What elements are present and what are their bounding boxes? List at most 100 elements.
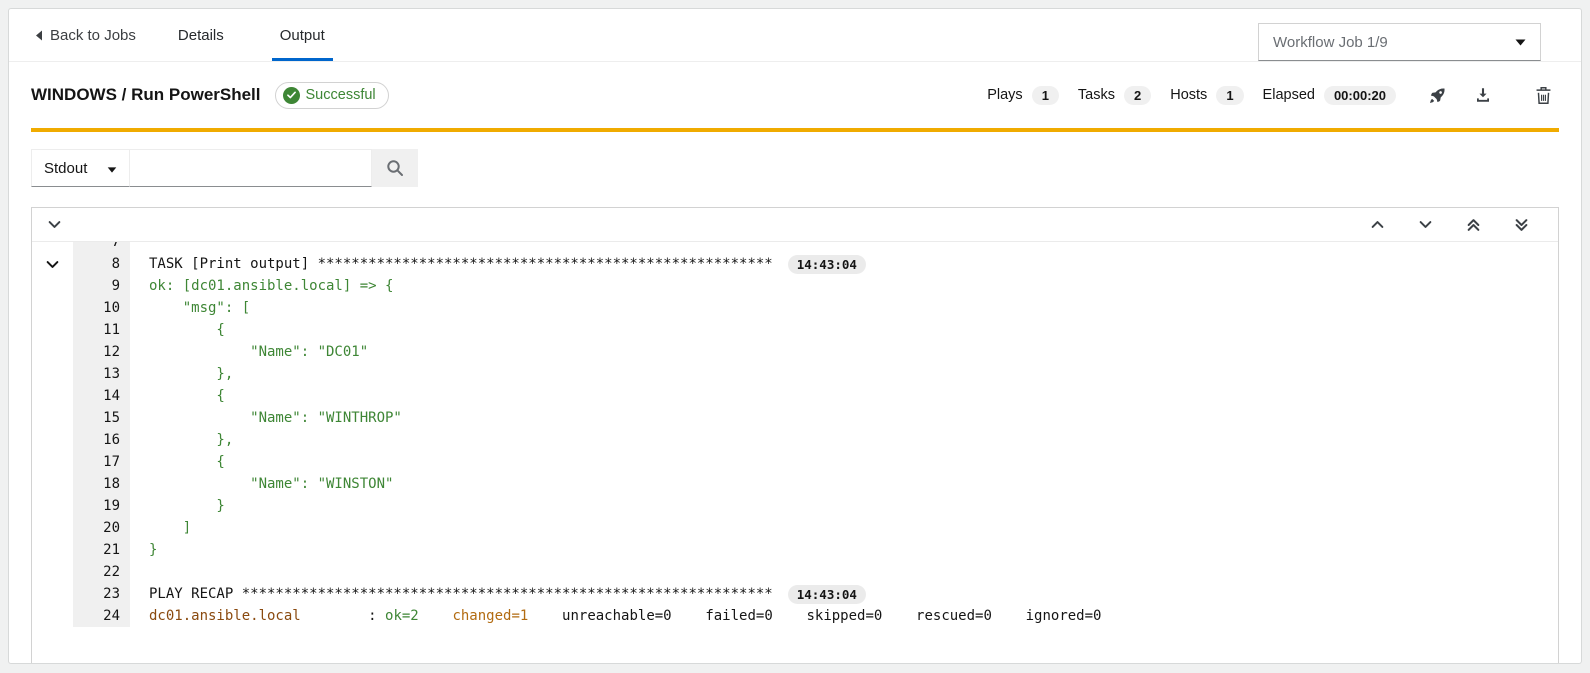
line-number: 12: [73, 341, 130, 363]
scroll-to-top-button[interactable]: [1460, 212, 1486, 238]
log-text: }: [149, 539, 157, 561]
scroll-down-button[interactable]: [1412, 212, 1438, 238]
log-line-content: TASK [Print output] ********************…: [130, 253, 1558, 275]
line-number: 20: [73, 517, 130, 539]
job-actions: [1421, 79, 1559, 111]
line-number: 11: [73, 319, 130, 341]
log-text: changed=1: [452, 605, 528, 627]
log-text: dc01.ansible.local: [149, 605, 301, 627]
log-line: 20 ]: [32, 517, 1558, 539]
job-stats: Plays 1 Tasks 2 Hosts 1 Elapsed 00:00:20: [987, 79, 1559, 111]
log-expand-gutter: [32, 242, 73, 253]
log-expand-gutter: [32, 429, 73, 451]
log-expand-gutter: [32, 319, 73, 341]
log-expand-gutter: [32, 605, 73, 627]
log-line-content: PLAY RECAP *****************************…: [130, 583, 1558, 605]
log-line: 9ok: [dc01.ansible.local] => {: [32, 275, 1558, 297]
log-body: 78TASK [Print output] ******************…: [32, 242, 1558, 663]
workflow-job-select[interactable]: Workflow Job 1/9: [1258, 23, 1541, 61]
scroll-to-bottom-button[interactable]: [1508, 212, 1534, 238]
stat-tasks-value: 2: [1124, 86, 1151, 105]
back-to-jobs-link[interactable]: Back to Jobs: [23, 9, 148, 61]
download-output-button[interactable]: [1467, 79, 1499, 111]
stdout-panel: 78TASK [Print output] ******************…: [31, 207, 1559, 663]
timestamp-badge: 14:43:04: [788, 255, 866, 274]
log-text: ]: [149, 517, 191, 539]
log-line: 19 }: [32, 495, 1558, 517]
job-output-page: Back to Jobs Details Output Workflow Job…: [8, 8, 1582, 664]
line-number: 15: [73, 407, 130, 429]
tab-details-label: Details: [178, 27, 224, 44]
log-line-content: dc01.ansible.local : ok=2 changed=1 unre…: [130, 605, 1558, 627]
log-line-content: {: [130, 451, 1558, 473]
log-line: 17 {: [32, 451, 1558, 473]
line-number: 7: [73, 242, 130, 253]
log-line: 11 {: [32, 319, 1558, 341]
log-line: 13 },: [32, 363, 1558, 385]
log-text: PLAY RECAP *****************************…: [149, 583, 773, 605]
log-line-content: },: [130, 363, 1558, 385]
line-number: 9: [73, 275, 130, 297]
collapse-all-toggle[interactable]: [48, 220, 61, 229]
line-number: 18: [73, 473, 130, 495]
log-expand-gutter: [32, 561, 73, 583]
log-line: 18 "Name": "WINSTON": [32, 473, 1558, 495]
job-header: WINDOWS / Run PowerShell Successful Play…: [9, 62, 1581, 128]
log-line: 10 "msg": [: [32, 297, 1558, 319]
job-accent-divider: [31, 128, 1559, 132]
line-number: 13: [73, 363, 130, 385]
log-text: TASK [Print output] ********************…: [149, 253, 773, 275]
relaunch-button[interactable]: [1421, 79, 1453, 111]
timestamp-badge: 14:43:04: [788, 585, 866, 604]
stat-elapsed-label: Elapsed: [1263, 87, 1315, 103]
back-to-jobs-label: Back to Jobs: [50, 27, 136, 44]
log-text: "Name": "WINTHROP": [149, 407, 402, 429]
log-line: 24dc01.ansible.local : ok=2 changed=1 un…: [32, 605, 1558, 627]
log-line-content: ]: [130, 517, 1558, 539]
line-number: 14: [73, 385, 130, 407]
stat-hosts-value: 1: [1216, 86, 1243, 105]
stat-plays: Plays 1: [987, 86, 1059, 105]
log-text: {: [149, 319, 225, 341]
tab-output-label: Output: [280, 27, 325, 44]
download-icon: [1474, 86, 1492, 104]
log-line-content: ok: [dc01.ansible.local] => {: [130, 275, 1558, 297]
line-number: 10: [73, 297, 130, 319]
line-number: 16: [73, 429, 130, 451]
tab-details[interactable]: Details: [166, 9, 236, 61]
log-expand-gutter: [32, 341, 73, 363]
log-expand-gutter: [32, 363, 73, 385]
chevron-down-icon: [1515, 33, 1526, 51]
search-button[interactable]: [372, 149, 418, 187]
log-line-content: }: [130, 495, 1558, 517]
search-input[interactable]: [130, 149, 372, 187]
back-arrow-icon: [35, 30, 43, 41]
log-line-content: {: [130, 385, 1558, 407]
log-expand-gutter: [32, 385, 73, 407]
chevron-down-icon: [107, 160, 117, 177]
collapse-task-icon[interactable]: [46, 260, 59, 269]
tab-output[interactable]: Output: [268, 9, 337, 61]
log-line-content: "Name": "DC01": [130, 341, 1558, 363]
log-text: "Name": "DC01": [149, 341, 368, 363]
log-line-content: [130, 242, 1558, 253]
log-line-content: "Name": "WINSTON": [130, 473, 1558, 495]
log-expand-gutter: [32, 583, 73, 605]
output-toolbar: Stdout: [31, 149, 1559, 187]
double-chevron-down-icon: [1515, 218, 1528, 232]
search-icon: [386, 159, 404, 177]
delete-job-button[interactable]: [1527, 79, 1559, 111]
log-line: 8TASK [Print output] *******************…: [32, 253, 1558, 275]
log-text: {: [149, 385, 225, 407]
log-expand-gutter: [32, 451, 73, 473]
log-text: "msg": [: [149, 297, 250, 319]
stdout-filter-select[interactable]: Stdout: [31, 149, 130, 187]
log-expand-gutter: [32, 473, 73, 495]
log-text: },: [149, 429, 233, 451]
log-text: }: [149, 495, 225, 517]
stat-hosts: Hosts 1: [1170, 86, 1243, 105]
log-expand-gutter: [32, 253, 73, 275]
tab-bar: Back to Jobs Details Output Workflow Job…: [9, 9, 1581, 62]
log-expand-gutter: [32, 297, 73, 319]
scroll-up-button[interactable]: [1364, 212, 1390, 238]
